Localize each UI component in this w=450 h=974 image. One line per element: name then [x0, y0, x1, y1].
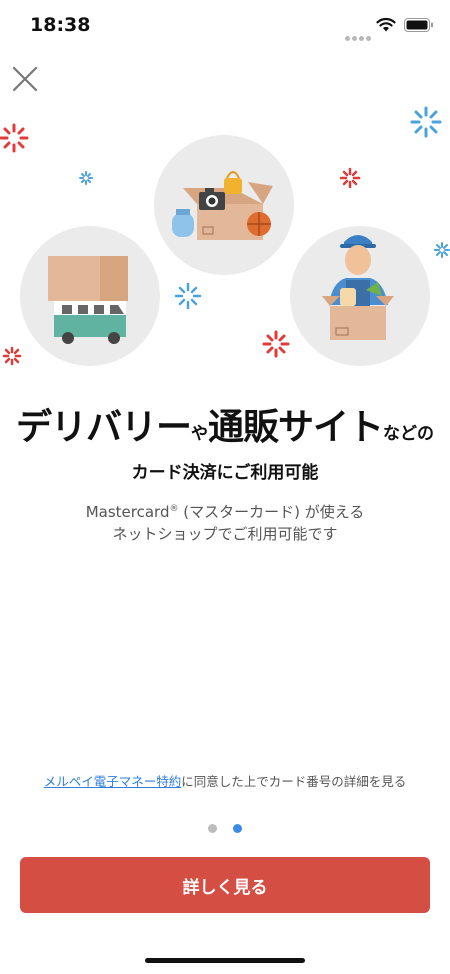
hero-illustration — [0, 106, 450, 366]
description-line-2: ネットショップでご利用可能です — [112, 525, 338, 543]
view-details-button[interactable]: 詳しく見る — [20, 857, 430, 913]
home-indicator — [145, 958, 305, 963]
terms-rest: に同意した上でカード番号の詳細を見る — [181, 774, 407, 789]
close-icon — [12, 66, 38, 92]
headline-delivery: デリバリー — [15, 407, 192, 448]
mastercard-text: Mastercard — [85, 503, 170, 521]
terms-link[interactable]: メルペイ電子マネー特約 — [44, 774, 182, 789]
delivery-person-illustration — [290, 226, 430, 366]
page-indicator — [0, 818, 450, 837]
page-dot-1[interactable] — [208, 824, 218, 833]
status-bar: 18:38 — [0, 0, 450, 54]
headline-particle-ya: や — [191, 424, 208, 444]
close-button[interactable] — [8, 62, 42, 96]
delivery-van-illustration — [20, 226, 160, 366]
battery-icon — [404, 18, 433, 32]
view-details-label: 詳しく見る — [182, 877, 268, 898]
description: Mastercard® (マスターカード) が使える ネットショップでご利用可能… — [0, 498, 450, 545]
description-line-1-suffix: (マスターカード) が使える — [178, 503, 365, 521]
subheadline: カード決済にご利用可能 — [131, 463, 319, 483]
headline-mail-order: 通販サイト — [208, 407, 384, 448]
headline-nado: などの — [383, 424, 435, 444]
wifi-icon — [376, 17, 396, 32]
headline: デリバリーや通販サイトなどの — [0, 398, 450, 450]
packages-illustration — [154, 135, 294, 275]
description-line-1: Mastercard® (マスターカード) が使える — [0, 498, 450, 523]
status-time: 18:38 — [30, 14, 91, 36]
signal-icon — [345, 26, 373, 45]
terms-text: メルペイ電子マネー特約に同意した上でカード番号の詳細を見る — [0, 771, 450, 790]
page-dot-2[interactable] — [232, 824, 242, 833]
